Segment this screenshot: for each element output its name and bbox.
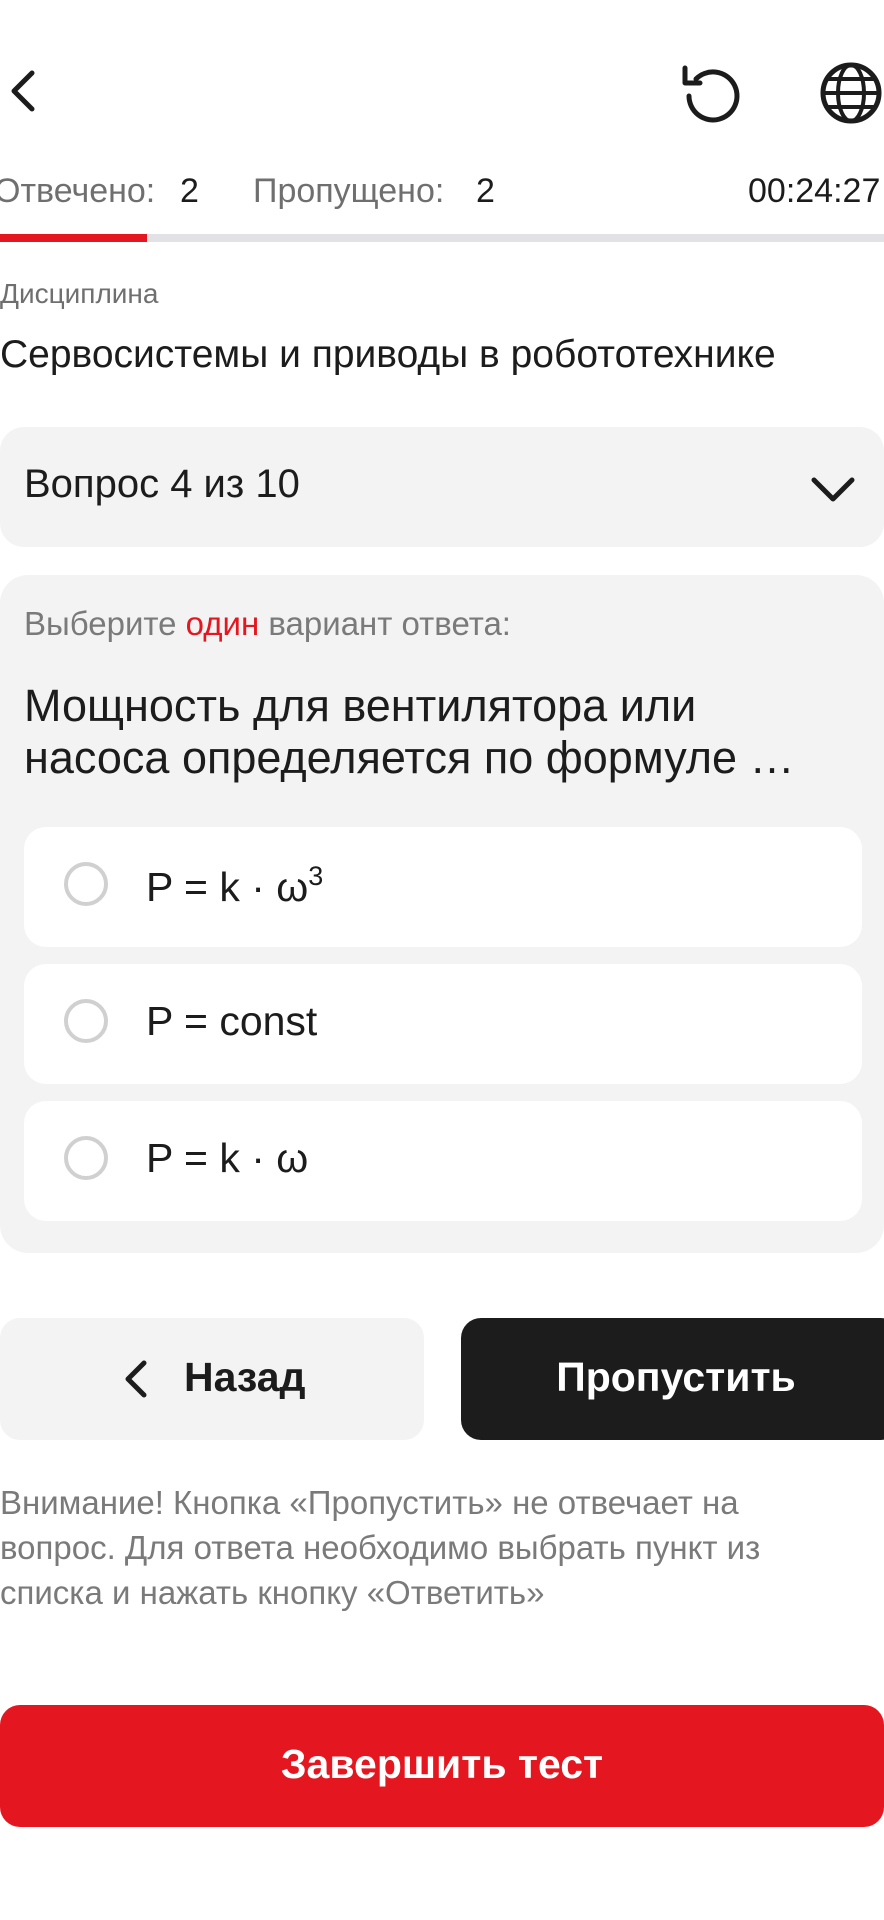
back-nav-label: Назад [184, 1354, 306, 1400]
option-text: P = k · ω3 [146, 861, 324, 910]
skip-button[interactable]: Пропустить [461, 1318, 884, 1440]
radio-button[interactable] [64, 1136, 108, 1180]
question-selector-toggle[interactable] [808, 470, 858, 510]
skipped-count: 2 [476, 172, 495, 210]
top-bar [0, 0, 884, 180]
answer-option[interactable]: P = const [24, 964, 862, 1084]
progress-fill [0, 234, 147, 242]
back-button[interactable] [0, 55, 60, 125]
discipline-name: Сервосистемы и приводы в робототехнике [0, 333, 776, 376]
hint-accent: один [185, 605, 260, 642]
option-exponent: 3 [308, 861, 324, 891]
answer-option[interactable]: P = k · ω3 [24, 827, 862, 947]
refresh-icon [682, 65, 740, 123]
skip-label: Пропустить [556, 1354, 796, 1400]
answered-count: 2 [180, 172, 199, 210]
stats-row: Отвечено: 2 Пропущено: 2 00:24:27 [0, 172, 884, 217]
finish-test-label: Завершить тест [280, 1741, 604, 1787]
chevron-left-icon [125, 1360, 147, 1398]
question-selector-label: Вопрос 4 из 10 [24, 462, 300, 506]
finish-test-button[interactable]: Завершить тест [0, 1705, 884, 1827]
option-text: P = k · ω [146, 1135, 309, 1181]
timer: 00:24:27 [748, 172, 881, 210]
answer-hint: Выберите один вариант ответа: [24, 605, 511, 643]
language-button[interactable] [818, 60, 884, 126]
hint-suffix: вариант ответа: [268, 605, 511, 642]
answered-label: Отвечено: [0, 172, 156, 210]
option-text: P = const [146, 998, 318, 1044]
skip-warning: Внимание! Кнопка «Пропустить» не отвечае… [0, 1484, 761, 1611]
chevron-left-icon [11, 70, 35, 112]
radio-button[interactable] [64, 862, 108, 906]
skipped-label: Пропущено: [253, 172, 445, 210]
globe-icon [820, 62, 882, 124]
question-text: Мощность для вентилятора или насоса опре… [24, 680, 795, 783]
discipline-caption: Дисциплина [0, 278, 159, 309]
answer-option[interactable]: P = k · ω [24, 1101, 862, 1221]
hint-prefix: Выберите [24, 605, 177, 642]
back-nav-button[interactable]: Назад [0, 1318, 424, 1440]
refresh-button[interactable] [672, 58, 748, 134]
chevron-down-icon [811, 477, 855, 502]
radio-button[interactable] [64, 999, 108, 1043]
